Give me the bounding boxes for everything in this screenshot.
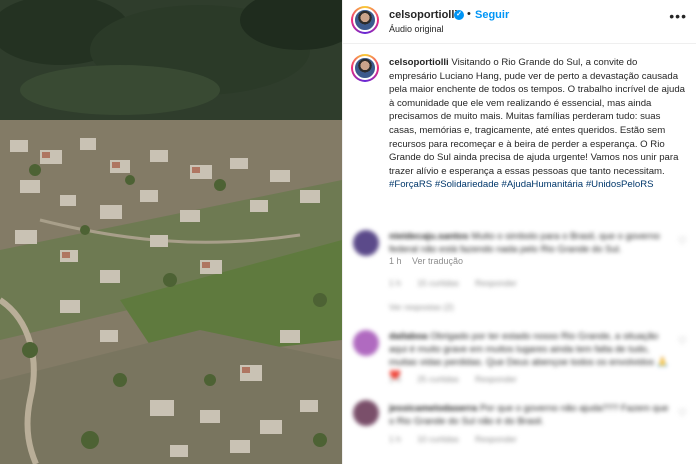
heart-icon[interactable]: ♡ bbox=[678, 408, 687, 419]
follow-button[interactable]: Seguir bbox=[475, 9, 509, 21]
comment-time: 1 h bbox=[389, 278, 401, 288]
verified-badge-icon: ✓ bbox=[454, 10, 464, 20]
comment-username[interactable]: dailaboa bbox=[389, 331, 428, 342]
post-photo[interactable] bbox=[0, 0, 342, 464]
author-avatar[interactable] bbox=[351, 6, 379, 34]
view-replies-link[interactable]: Ver respostas (2) bbox=[389, 302, 454, 312]
heart-icon[interactable]: ♡ bbox=[678, 236, 687, 247]
audio-label[interactable]: Áudio original bbox=[389, 24, 444, 34]
hashtag-unidospelors[interactable]: #UnidosPeloRS bbox=[586, 179, 654, 190]
comment-likes[interactable]: 10 curtidas bbox=[417, 434, 459, 444]
author-username[interactable]: celsoportiolli bbox=[389, 9, 457, 21]
comment-likes[interactable]: 25 curtidas bbox=[417, 374, 459, 384]
comment-meta: 1 h 15 curtidas Responder bbox=[389, 278, 531, 288]
caption-text: celsoportiolli Visitando o Rio Grande do… bbox=[389, 56, 685, 192]
comment-text: jessicamelodaserra Por que o governo não… bbox=[389, 402, 669, 428]
comment-avatar[interactable] bbox=[353, 230, 379, 256]
reply-button[interactable]: Responder bbox=[475, 374, 517, 384]
reply-button[interactable]: Responder bbox=[475, 278, 517, 288]
post-side-panel: celsoportiolli ✓ • Seguir Áudio original… bbox=[342, 0, 696, 464]
comment-avatar[interactable] bbox=[353, 400, 379, 426]
hashtag-solidariedade[interactable]: #Solidariedade bbox=[435, 179, 499, 190]
comment-time: 1 h bbox=[389, 434, 401, 444]
translate-link[interactable]: Ver tradução bbox=[412, 256, 463, 266]
comment-likes[interactable]: 15 curtidas bbox=[417, 278, 459, 288]
comment-avatar[interactable] bbox=[353, 330, 379, 356]
comment-meta: 1 h 25 curtidas Responder bbox=[389, 374, 531, 384]
reply-button[interactable]: Responder bbox=[475, 434, 517, 444]
hashtag-ajudahumanitaria[interactable]: #AjudaHumanitária bbox=[502, 179, 584, 190]
comment-meta: 1 h 10 curtidas Responder bbox=[389, 434, 531, 444]
more-horizontal-icon[interactable]: ••• bbox=[669, 8, 687, 24]
heart-icon[interactable]: ♡ bbox=[678, 336, 687, 347]
post-header: celsoportiolli ✓ • Seguir Áudio original… bbox=[343, 0, 696, 44]
comment-text: nieidecaju.santos Muito o simbolo para o… bbox=[389, 230, 669, 256]
comment-username[interactable]: nieidecaju.santos bbox=[389, 231, 469, 242]
caption-avatar[interactable] bbox=[351, 54, 379, 82]
caption-meta: 1 h Ver tradução bbox=[389, 256, 471, 266]
caption-time: 1 h bbox=[389, 256, 402, 266]
separator-dot: • bbox=[467, 8, 471, 20]
caption-username[interactable]: celsoportiolli bbox=[389, 57, 449, 68]
caption-body: Visitando o Rio Grande do Sul, a convite… bbox=[389, 57, 685, 177]
hashtag-forcars[interactable]: #ForçaRS bbox=[389, 179, 432, 190]
comment-username[interactable]: jessicamelodaserra bbox=[389, 403, 477, 414]
aerial-flood-image bbox=[0, 0, 342, 464]
comment-time: 1 h bbox=[389, 374, 401, 384]
